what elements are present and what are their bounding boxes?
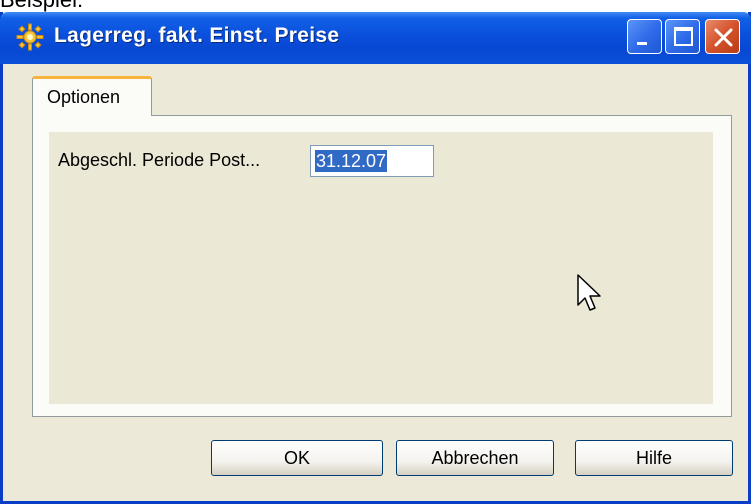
cancel-button[interactable]: Abbrechen	[396, 440, 554, 476]
window-title: Lagerreg. fakt. Einst. Preise	[54, 24, 340, 47]
close-icon	[714, 28, 733, 47]
maximize-button[interactable]	[665, 19, 700, 54]
minimize-button[interactable]	[627, 19, 662, 54]
close-button[interactable]	[705, 19, 740, 54]
mouse-cursor-icon	[577, 274, 601, 311]
caption-text: Beispiel:	[0, 0, 83, 12]
maximize-icon	[674, 27, 693, 46]
tab-optionen[interactable]: Optionen	[32, 76, 152, 116]
ok-button[interactable]: OK	[211, 440, 383, 476]
period-label: Abgeschl. Periode Post...	[58, 150, 261, 170]
minimize-icon	[637, 42, 647, 45]
help-button[interactable]: Hilfe	[575, 440, 733, 476]
period-date-input[interactable]: 31.12.07	[310, 145, 434, 177]
period-date-value: 31.12.07	[315, 150, 388, 172]
tab-label: Optionen	[47, 87, 121, 107]
title-bar[interactable]: Lagerreg. fakt. Einst. Preise	[0, 12, 751, 64]
sun-gear-icon	[16, 23, 44, 51]
